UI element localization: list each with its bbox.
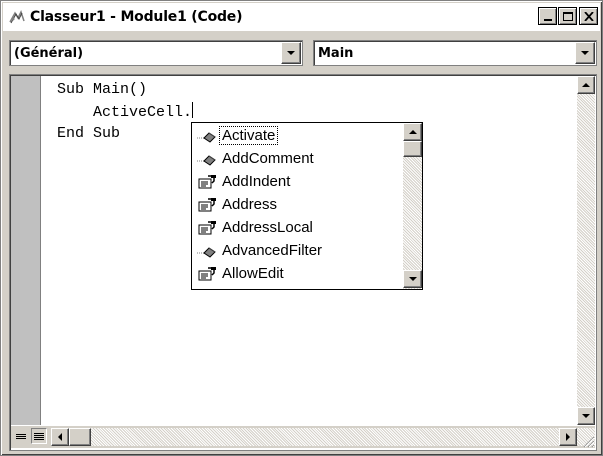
scroll-down-button[interactable]	[577, 407, 595, 425]
property-icon	[196, 266, 218, 282]
object-combo-dropdown-button[interactable]	[281, 42, 301, 64]
code-line: End Sub	[57, 125, 121, 142]
autocomplete-item-label: AddComment	[222, 150, 314, 167]
close-icon	[583, 11, 594, 21]
autocomplete-item[interactable]: Address	[196, 194, 279, 215]
resize-grip-icon[interactable]	[579, 432, 595, 448]
editor-horizontal-scrollbar[interactable]	[51, 428, 595, 446]
autocomplete-item-label: AdvancedFilter	[222, 242, 323, 259]
title-bar[interactable]: Classeur1 - Module1 (Code)	[3, 3, 600, 31]
arrow-down-icon	[582, 414, 590, 418]
arrow-left-icon	[58, 433, 62, 441]
editor-vertical-scrollbar[interactable]	[577, 76, 595, 425]
property-icon	[196, 174, 218, 190]
autocomplete-item[interactable]: Activate	[196, 125, 279, 146]
procedure-view-button[interactable]	[13, 428, 29, 444]
method-icon	[196, 243, 218, 259]
autocomplete-item[interactable]: AdvancedFilter	[196, 240, 324, 261]
window-title: Classeur1 - Module1 (Code)	[30, 9, 243, 25]
scroll-up-button[interactable]	[577, 76, 595, 94]
code-line: ActiveCell.	[57, 102, 194, 123]
autocomplete-item-label: Activate	[218, 126, 279, 145]
method-icon	[196, 128, 218, 144]
arrow-down-icon	[408, 277, 417, 281]
object-combo[interactable]: (Général)	[9, 40, 303, 66]
editor-bottom-bar	[11, 426, 595, 448]
chevron-down-icon	[581, 51, 589, 55]
full-module-view-button[interactable]	[31, 428, 47, 444]
property-icon	[196, 197, 218, 213]
autocomplete-item[interactable]: AddComment	[196, 148, 316, 169]
code-window: Classeur1 - Module1 (Code) (Général) Mai…	[0, 0, 603, 456]
autocomplete-item[interactable]: AllowEdit	[196, 263, 286, 284]
procedure-combo-value: Main	[318, 45, 354, 61]
code-line: Sub Main()	[57, 81, 148, 98]
procedure-combo[interactable]: Main	[313, 40, 597, 66]
property-icon	[196, 220, 218, 236]
autocomplete-scroll-up-button[interactable]	[403, 123, 422, 141]
procedure-combo-dropdown-button[interactable]	[575, 42, 595, 64]
object-combo-value: (Général)	[14, 45, 84, 61]
close-button[interactable]	[579, 7, 598, 25]
method-icon	[196, 151, 218, 167]
autocomplete-item[interactable]: AddressLocal	[196, 217, 315, 238]
autocomplete-list[interactable]: Activate AddComment AddIndent Address Addres…	[191, 122, 423, 290]
minimize-icon	[543, 19, 552, 21]
vba-code-icon	[7, 7, 27, 27]
autocomplete-item-label: AddressLocal	[222, 219, 313, 236]
autocomplete-items: Activate AddComment AddIndent Address Addres…	[192, 123, 404, 289]
margin-indicator-bar[interactable]	[11, 76, 41, 425]
maximize-button[interactable]	[558, 7, 577, 25]
autocomplete-scroll-down-button[interactable]	[403, 270, 422, 288]
maximize-icon	[562, 11, 573, 21]
autocomplete-item-label: Address	[222, 196, 278, 213]
autocomplete-item-label: AllowEdit	[222, 265, 284, 282]
arrow-up-icon	[408, 130, 417, 134]
autocomplete-item[interactable]: AddIndent	[196, 171, 292, 192]
autocomplete-scroll-thumb[interactable]	[403, 141, 422, 157]
scroll-left-button[interactable]	[51, 428, 69, 446]
autocomplete-item-label: AddIndent	[222, 173, 291, 190]
chevron-down-icon	[287, 51, 295, 55]
scroll-right-button[interactable]	[559, 428, 577, 446]
horizontal-scroll-thumb[interactable]	[69, 428, 91, 446]
autocomplete-scrollbar[interactable]	[403, 123, 422, 289]
arrow-right-icon	[566, 433, 570, 441]
arrow-up-icon	[582, 83, 590, 87]
text-caret	[192, 102, 194, 118]
minimize-button[interactable]	[538, 7, 557, 25]
code-line-text: ActiveCell.	[57, 104, 193, 121]
